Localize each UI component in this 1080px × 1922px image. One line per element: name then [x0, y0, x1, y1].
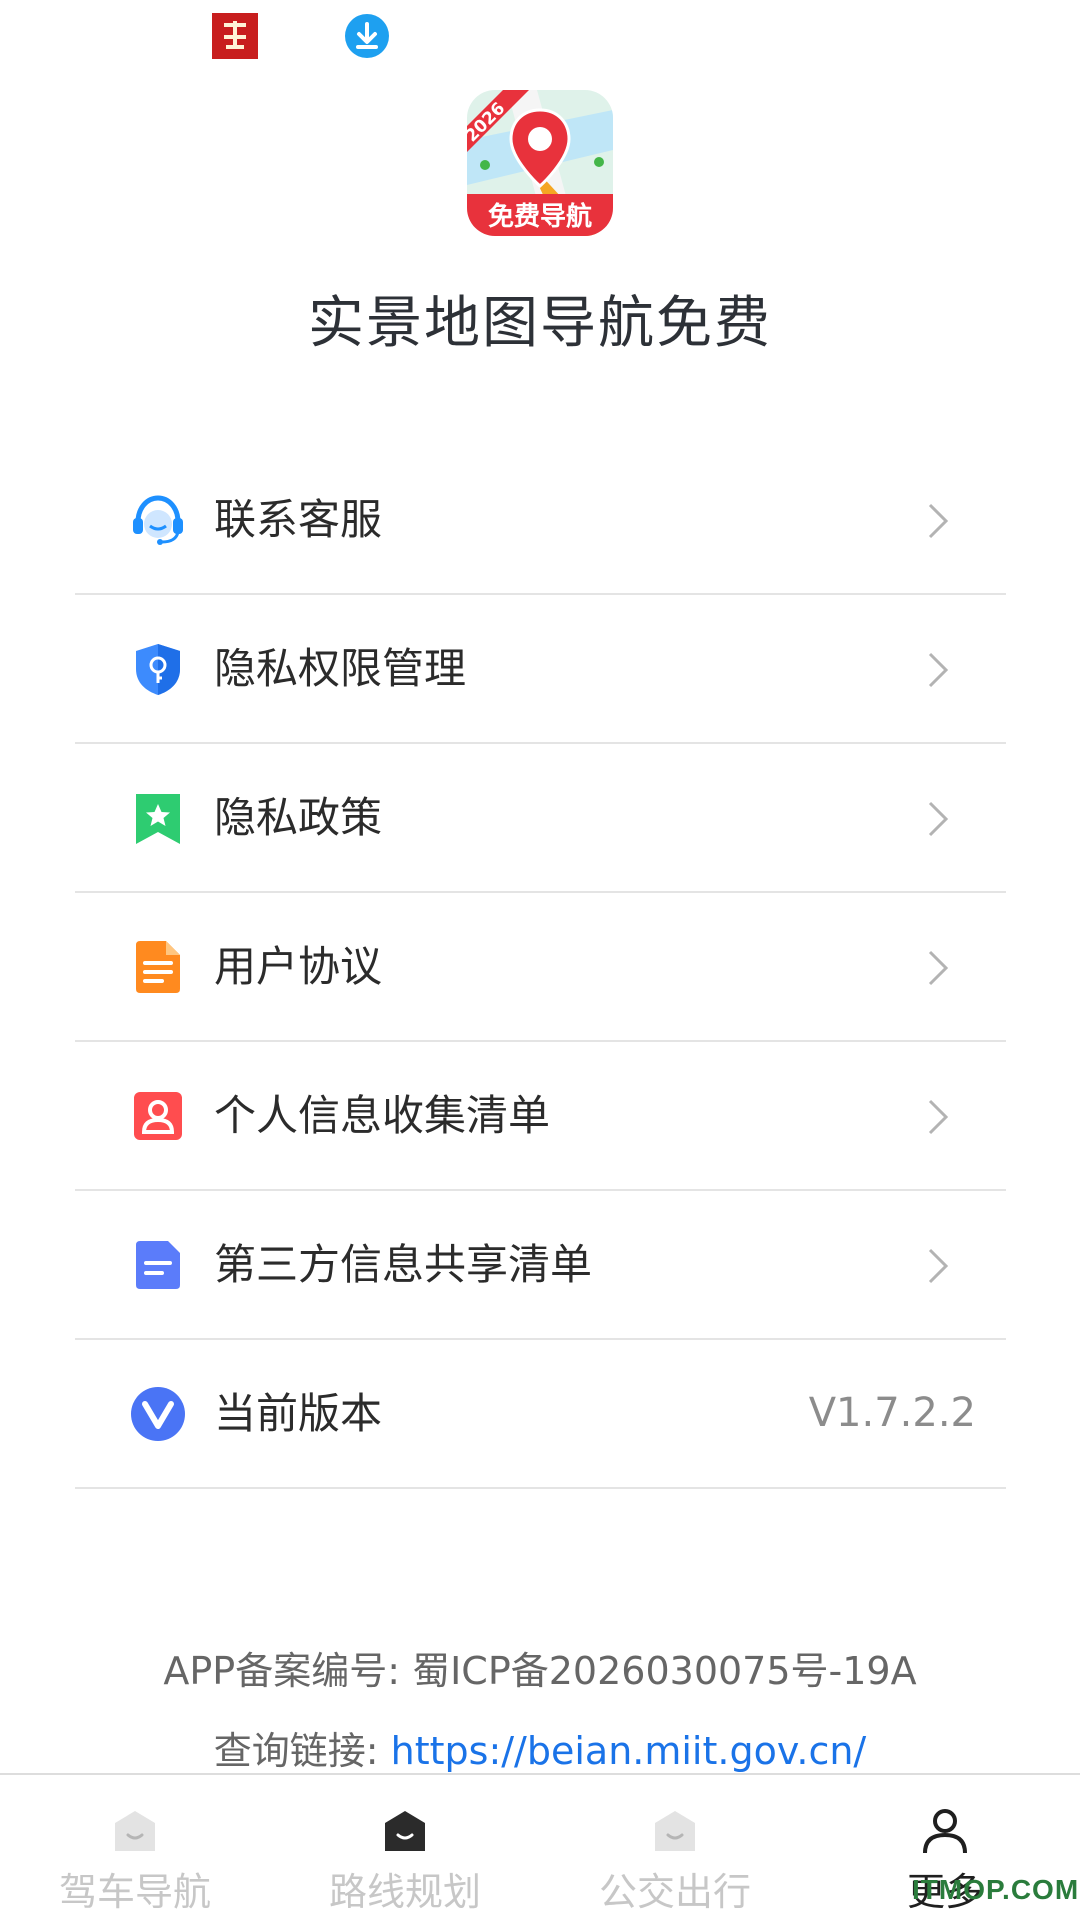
chevron-right-icon	[928, 1248, 949, 1284]
app-name: 实景地图导航免费	[308, 291, 772, 356]
chevron-right-icon	[928, 950, 949, 986]
tab-label: 公交出行	[598, 1870, 751, 1914]
home-shape-icon	[385, 1811, 425, 1851]
menu-item-label: 联系客服	[214, 495, 383, 544]
menu-item-personal-info-list[interactable]: 个人信息收集清单	[75, 1042, 1006, 1191]
headset-icon	[133, 495, 183, 545]
settings-menu: 联系客服 隐私权限管理 隐私政策 用户协议 个人信息收集清单 第三方信息共享清单…	[75, 446, 1006, 1489]
menu-item-privacy-policy[interactable]: 隐私政策	[75, 744, 1006, 893]
user-profile-icon	[923, 1809, 967, 1854]
menu-item-user-agreement[interactable]: 用户协议	[75, 893, 1006, 1042]
status-bar	[0, 0, 1080, 80]
menu-item-label: 个人信息收集清单	[214, 1091, 551, 1140]
chevron-right-icon	[928, 652, 949, 688]
app-notification-icon	[212, 13, 258, 59]
chevron-right-icon	[928, 801, 949, 837]
version-number: V1.7.2.2	[808, 1390, 976, 1436]
svg-text:免费导航: 免费导航	[488, 201, 592, 232]
app-logo: 2026 免费导航	[467, 90, 613, 236]
icp-link-prefix: 查询链接:	[213, 1729, 391, 1773]
chevron-right-icon	[928, 503, 949, 539]
menu-item-label: 第三方信息共享清单	[214, 1240, 593, 1289]
bookmark-star-icon	[136, 794, 180, 844]
chevron-right-icon	[928, 1099, 949, 1135]
file-share-icon	[136, 1241, 180, 1289]
person-card-icon	[134, 1092, 182, 1140]
icp-record-text: APP备案编号: 蜀ICP备2026030075号-19A	[163, 1649, 917, 1693]
menu-item-label: 隐私权限管理	[214, 644, 467, 693]
tab-label: 路线规划	[328, 1870, 481, 1914]
tab-label: 驾车导航	[58, 1870, 211, 1914]
menu-item-label: 当前版本	[214, 1389, 383, 1438]
tab-driving-navigation[interactable]: 驾车导航	[0, 1775, 270, 1922]
menu-item-privacy-permissions[interactable]: 隐私权限管理	[75, 595, 1006, 744]
icp-query-line: 查询链接: https://beian.miit.gov.cn/	[0, 1720, 1080, 1775]
home-shape-icon	[115, 1811, 155, 1851]
watermark-text: ITMOP.COM	[912, 1874, 1080, 1905]
version-v-icon	[131, 1387, 185, 1441]
shield-key-icon	[136, 644, 180, 695]
menu-item-contact-service[interactable]: 联系客服	[75, 446, 1006, 595]
document-icon	[136, 941, 180, 993]
menu-item-third-party-sharing-list[interactable]: 第三方信息共享清单	[75, 1191, 1006, 1340]
menu-item-label: 隐私政策	[214, 793, 383, 842]
home-shape-icon	[655, 1811, 695, 1851]
icp-query-link[interactable]: https://beian.miit.gov.cn/	[391, 1729, 867, 1773]
menu-item-current-version: 当前版本 V1.7.2.2	[75, 1340, 1006, 1489]
tab-public-transit[interactable]: 公交出行	[540, 1775, 810, 1922]
menu-item-label: 用户协议	[214, 942, 383, 991]
tab-route-planning[interactable]: 路线规划	[270, 1775, 540, 1922]
download-icon	[345, 14, 389, 58]
